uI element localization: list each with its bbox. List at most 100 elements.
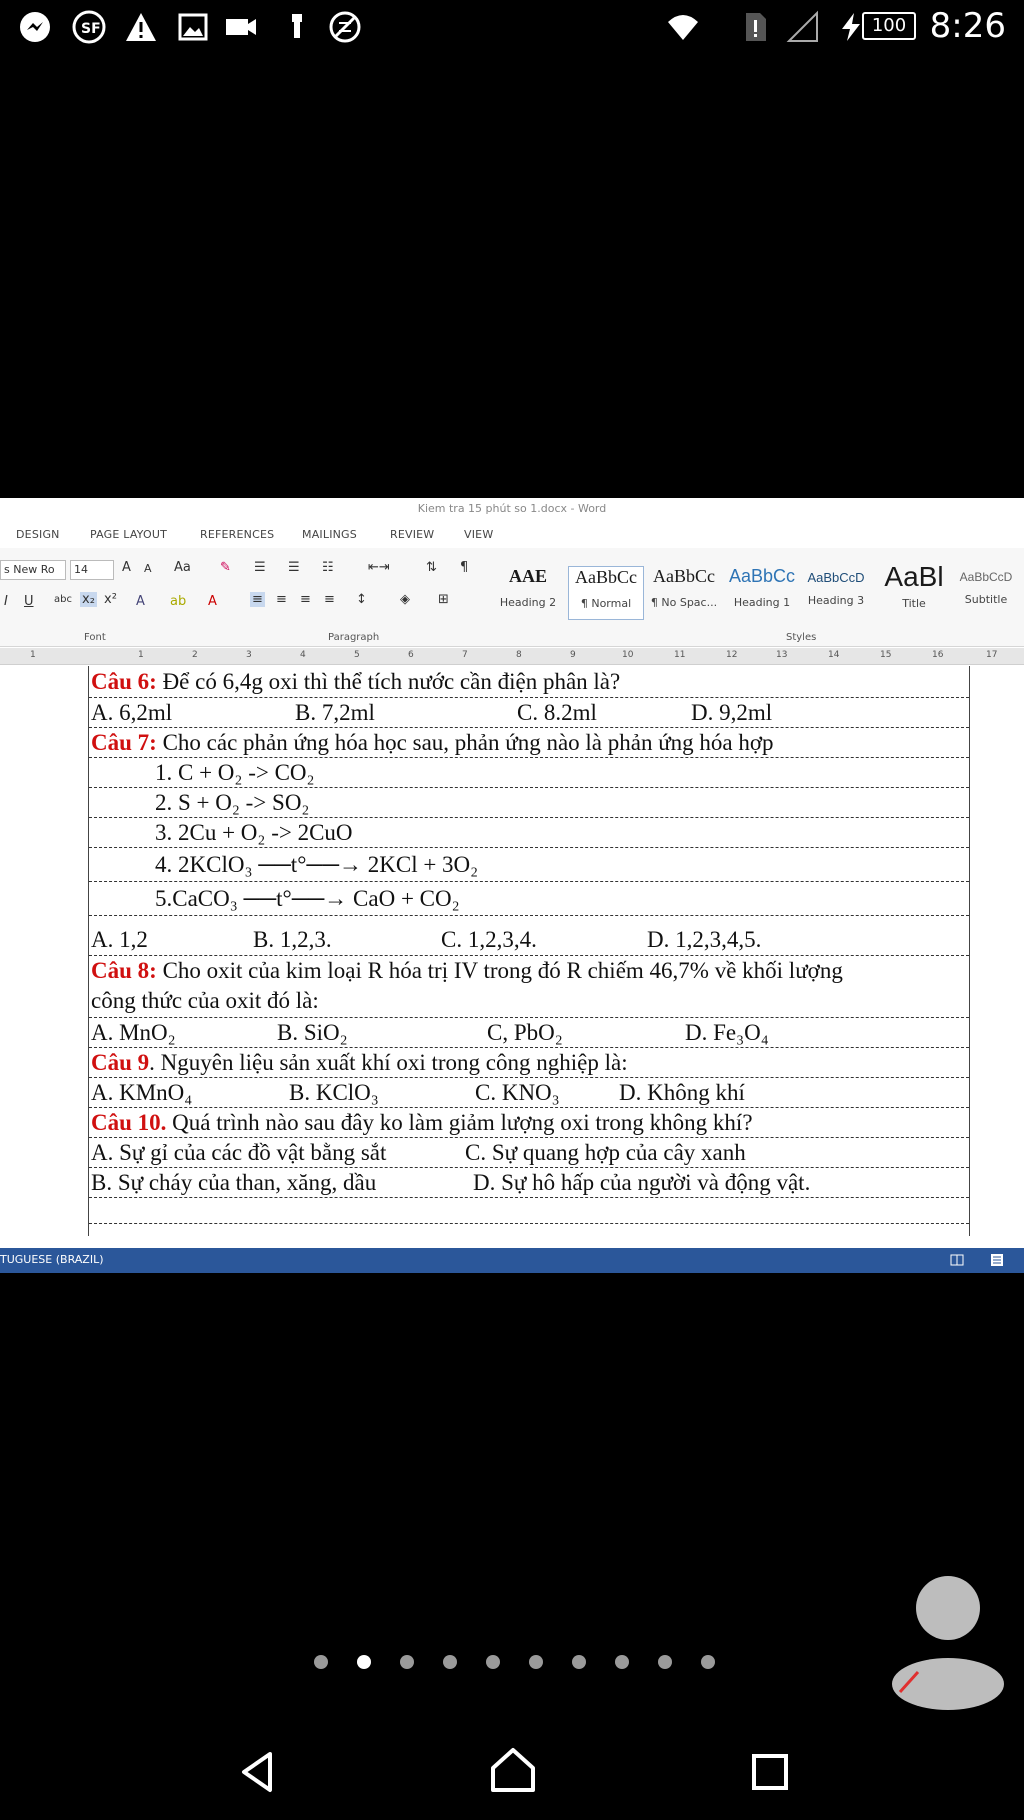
tab-view[interactable]: VIEW [464,528,493,541]
option-c: C. Sự quang hợp của cây xanh [465,1140,746,1165]
ruler-tick: 1 [30,650,36,660]
reaction-row: 2. S + O₂ -> SO₂ [89,788,969,818]
option-a: A. KMnO₄ [91,1080,193,1105]
subscript-icon[interactable]: x₂ [80,592,97,607]
style-title[interactable]: AaBl Title [876,566,952,620]
style-sample: AaBbCc [575,567,637,587]
wifi-icon [668,15,698,40]
style-heading-2[interactable]: AAE Heading 2 [490,566,566,620]
borders-icon[interactable]: ⊞ [438,592,449,607]
page-dot[interactable] [443,1655,457,1669]
page-dot[interactable] [615,1655,629,1669]
align-left-icon[interactable]: ≡ [250,592,265,607]
question-9-options[interactable]: A. KMnO₄ B. KClO₃ C. KNO₃ D. Không khí [89,1078,969,1108]
ruler-tick: 5 [354,650,360,660]
recents-icon[interactable] [750,1752,790,1792]
text-effects-icon[interactable]: A [136,594,145,609]
style-heading-3[interactable]: AaBbCcD Heading 3 [798,566,874,620]
indent-icon[interactable]: ⇤⇥ [368,560,390,575]
question-10-row[interactable]: Câu 10. Quá trình nào sau đây ko làm giả… [89,1108,969,1138]
ruler-tick: 11 [674,650,686,660]
tab-review[interactable]: REVIEW [390,528,434,541]
font-group-label: Font [84,632,106,643]
home-icon[interactable] [490,1746,536,1794]
highlight-icon[interactable]: ab [170,594,186,609]
ribbon: s New Ro 14 A A Aa ✎ ☰ ☰ ☷ ⇤⇥ ⇅ ¶ I U ab… [0,548,1024,647]
question-8-row[interactable]: Câu 8: Cho oxit của kim loại R hóa trị I… [89,956,969,1018]
word-screenshot[interactable]: Kiem tra 15 phút so 1.docx - Word DESIGN… [0,498,1024,1273]
question-6-text: Để có 6,4g oxi thì thể tích nước cần điệ… [156,669,621,694]
reaction-4: 4. 2KClO₃ ──t°──→ 2KCl + 3O₂ [155,852,479,877]
tab-page-layout[interactable]: PAGE LAYOUT [90,528,167,541]
question-6-row[interactable]: Câu 6: Để có 6,4g oxi thì thể tích nước … [89,666,969,698]
sim-alert-icon [746,13,766,41]
page-dot[interactable] [572,1655,586,1669]
read-mode-icon[interactable] [950,1253,964,1267]
shrink-font-icon[interactable]: A [144,562,152,575]
style-name: Heading 2 [499,596,557,609]
option-c: C. 8.2ml [517,700,597,725]
style-sample: AaBbCcD [807,570,865,585]
numbering-icon[interactable]: ☰ [288,560,300,575]
justify-icon[interactable]: ≡ [324,592,335,607]
strikethrough-icon[interactable]: abc [54,594,72,605]
avatar-icon[interactable] [888,1574,1006,1710]
shading-icon[interactable]: ◈ [400,592,410,607]
align-right-icon[interactable]: ≡ [300,592,311,607]
option-d: D. Sự hô hấp của người và động vật. [473,1170,811,1195]
ruler[interactable]: 1 1 2 3 4 5 6 7 8 9 10 11 12 13 14 15 16… [0,648,1024,665]
signal-icon [786,10,818,42]
ruler-tick: 1 [138,650,144,660]
sf-icon: SF [72,10,106,44]
clock: 8:26 [929,6,1006,46]
question-6-label: Câu 6: [91,669,157,694]
page-dot[interactable] [400,1655,414,1669]
pilcrow-icon[interactable]: ¶ [460,560,468,575]
question-6-options[interactable]: A. 6,2ml B. 7,2ml C. 8.2ml D. 9,2ml [89,698,969,728]
style-subtitle[interactable]: AaBbCcD Subtitle [948,566,1024,620]
page-dot[interactable] [529,1655,543,1669]
change-case-icon[interactable]: Aa [174,560,191,575]
style-name: Heading 1 [733,596,791,609]
italic-icon[interactable]: I [4,594,8,609]
paragraph-group-label: Paragraph [328,632,380,643]
tab-mailings[interactable]: MAILINGS [302,528,357,541]
question-10-options-ac[interactable]: A. Sự gỉ của các đồ vật bằng sắt C. Sự q… [89,1138,969,1168]
bullets-icon[interactable]: ☰ [254,560,266,575]
font-size-box[interactable]: 14 [70,560,114,580]
font-name-box[interactable]: s New Ro [0,560,66,580]
sort-icon[interactable]: ⇅ [426,560,437,575]
question-10-options-bd[interactable]: B. Sự cháy của than, xăng, dầu D. Sự hô … [89,1168,969,1198]
image-icon [178,13,208,41]
back-icon[interactable] [236,1750,280,1794]
language-indicator[interactable]: TUGUESE (BRAZIL) [0,1253,104,1266]
question-9-row[interactable]: Câu 9. Nguyên liệu sản xuất khí oxi tron… [89,1048,969,1078]
status-bar: SF 100 8:26 [0,0,1024,56]
multilevel-icon[interactable]: ☷ [322,560,334,575]
page-dot[interactable] [314,1655,328,1669]
option-a: A. MnO₂ [91,1020,176,1045]
page-dot[interactable] [701,1655,715,1669]
underline-icon[interactable]: U [24,594,34,609]
print-layout-icon[interactable] [990,1253,1004,1267]
option-b: B. KClO₃ [289,1080,379,1105]
tab-design[interactable]: DESIGN [16,528,60,541]
question-8-options[interactable]: A. MnO₂ B. SiO₂ C, PbO₂ D. Fe₃O₄ [89,1018,969,1048]
page-dot[interactable] [658,1655,672,1669]
document-page[interactable]: Câu 6: Để có 6,4g oxi thì thể tích nước … [0,666,1024,1246]
superscript-icon[interactable]: x² [104,592,117,607]
grow-font-icon[interactable]: A [122,560,131,575]
tab-references[interactable]: REFERENCES [200,528,274,541]
font-color-icon[interactable]: A [208,594,217,609]
line-spacing-icon[interactable]: ↕ [356,592,367,607]
style-heading-1[interactable]: AaBbCc Heading 1 [724,566,800,620]
style-normal[interactable]: AaBbCc ¶ Normal [568,566,644,620]
option-b: B. 7,2ml [295,700,375,725]
page-dot-active[interactable] [357,1655,371,1669]
style-no-spacing[interactable]: AaBbCc ¶ No Spac... [646,566,722,620]
question-7-row[interactable]: Câu 7: Cho các phản ứng hóa học sau, phả… [89,728,969,758]
align-center-icon[interactable]: ≡ [276,592,287,607]
clear-format-icon[interactable]: ✎ [220,560,231,575]
question-7-options[interactable]: A. 1,2 B. 1,2,3. C. 1,2,3,4. D. 1,2,3,4,… [89,916,969,956]
page-dot[interactable] [486,1655,500,1669]
